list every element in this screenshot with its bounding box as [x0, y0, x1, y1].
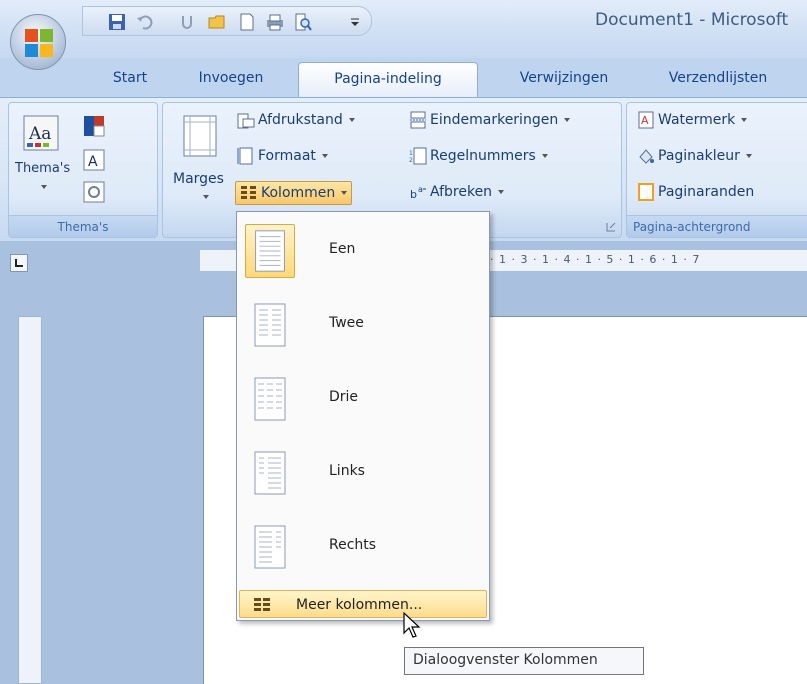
- tab-invoegen[interactable]: Invoegen: [186, 62, 276, 98]
- orientation-icon: [237, 113, 255, 129]
- page-color-icon: [639, 149, 654, 164]
- save-icon[interactable]: [107, 12, 127, 32]
- themes-label: Thema's: [15, 161, 71, 176]
- office-logo-icon: [25, 29, 53, 57]
- new-icon[interactable]: [237, 12, 257, 32]
- ribbon-tabs: Start Invoegen Pagina-indeling Verwijzin…: [0, 58, 807, 98]
- page-borders-button[interactable]: Paginaranden: [637, 183, 754, 201]
- more-columns-icon: [254, 598, 270, 611]
- columns-option-label: Een: [329, 241, 356, 257]
- columns-option-links[interactable]: Links: [241, 440, 485, 506]
- columns-option-twee[interactable]: Twee: [241, 292, 485, 358]
- breaks-label: Eindemarkeringen: [430, 112, 559, 128]
- size-label: Formaat: [258, 148, 316, 164]
- svg-text:1: 1: [409, 150, 413, 157]
- ruler-ticks: · 1 · 3 · 1 · 4 · 1 · 5 · 1 · 6 · 1 · 7: [490, 253, 701, 266]
- more-columns-menu-item[interactable]: Meer kolommen...: [239, 590, 487, 618]
- size-icon: [237, 147, 253, 165]
- columns-button[interactable]: Kolommen: [235, 181, 353, 205]
- hyphenation-button[interactable]: ba Afbreken: [409, 183, 505, 201]
- title-bar: Document1 - Microsoft: [0, 0, 807, 58]
- line-numbers-icon: 12: [409, 147, 427, 165]
- page-background-group-label: Pagina-achtergrond: [627, 215, 807, 237]
- columns-icon: [241, 186, 256, 199]
- tab-verzendlijsten[interactable]: Verzendlijsten: [648, 62, 788, 98]
- hyphenation-label: Afbreken: [430, 184, 493, 200]
- themes-group: Aa Thema's A Thema's: [8, 102, 158, 238]
- svg-text:a: a: [418, 185, 423, 194]
- page-color-label: Paginakleur: [658, 148, 740, 164]
- svg-text:Aa: Aa: [28, 124, 51, 144]
- office-button[interactable]: [10, 14, 66, 70]
- line-numbers-label: Regelnummers: [430, 148, 536, 164]
- more-columns-label: Meer kolommen...: [296, 597, 423, 613]
- hyphenation-icon: ba: [410, 185, 426, 201]
- print-preview-icon[interactable]: [293, 12, 313, 32]
- svg-text:A: A: [88, 154, 98, 170]
- svg-text:b: b: [410, 188, 417, 201]
- page-background-group: A Watermerk Paginakleur Paginaranden Pag…: [626, 102, 807, 238]
- columns-option-label: Twee: [329, 315, 364, 331]
- columns-dropdown-menu: Een Twee Drie Links Rechts Meer kolommen…: [236, 211, 490, 621]
- columns-label: Kolommen: [261, 185, 336, 201]
- tab-pagina-indeling[interactable]: Pagina-indeling: [298, 62, 478, 98]
- breaks-button[interactable]: Eindemarkeringen: [409, 111, 571, 129]
- theme-colors-icon[interactable]: [83, 115, 105, 137]
- two-columns-icon: [254, 303, 286, 347]
- themes-button[interactable]: Aa Thema's: [15, 111, 71, 201]
- columns-option-rechts[interactable]: Rechts: [241, 514, 485, 580]
- page-color-button[interactable]: Paginakleur: [637, 147, 752, 165]
- orientation-button[interactable]: Afdrukstand: [237, 111, 355, 129]
- one-column-icon: [245, 224, 295, 278]
- dialog-launcher-icon[interactable]: [605, 221, 617, 233]
- open-icon[interactable]: [207, 12, 227, 32]
- undo-icon[interactable]: [135, 12, 155, 32]
- tab-start[interactable]: Start: [100, 62, 160, 98]
- quick-access-toolbar: [82, 6, 372, 36]
- customize-icon[interactable]: [345, 12, 365, 32]
- columns-option-label: Drie: [329, 389, 359, 405]
- tab-stop-icon: [15, 259, 23, 267]
- left-column-icon: [254, 451, 286, 495]
- columns-option-label: Rechts: [329, 537, 377, 553]
- margins-label: Marges: [173, 171, 224, 187]
- breaks-icon: [410, 111, 426, 129]
- size-button[interactable]: Formaat: [237, 147, 328, 165]
- theme-effects-icon[interactable]: [83, 181, 105, 203]
- columns-tooltip: Dialoogvenster Kolommen: [404, 647, 644, 675]
- svg-text:A: A: [641, 114, 649, 127]
- right-column-icon: [254, 525, 286, 569]
- svg-text:2: 2: [409, 157, 413, 164]
- watermark-icon: A: [638, 111, 654, 129]
- page-borders-label: Paginaranden: [658, 184, 755, 200]
- watermark-button[interactable]: A Watermerk: [637, 111, 748, 129]
- window-title: Document1 - Microsoft: [595, 10, 789, 30]
- vertical-ruler[interactable]: [18, 316, 42, 684]
- mouse-cursor-icon: [403, 612, 421, 638]
- columns-option-een[interactable]: Een: [241, 218, 485, 284]
- print-icon[interactable]: [265, 12, 285, 32]
- tab-selector[interactable]: [10, 254, 28, 272]
- orientation-label: Afdrukstand: [258, 112, 343, 128]
- theme-fonts-icon[interactable]: A: [83, 149, 105, 171]
- watermark-label: Watermerk: [658, 112, 736, 128]
- columns-option-label: Links: [329, 463, 365, 479]
- margins-icon: [183, 115, 217, 157]
- themes-icon: Aa: [23, 115, 59, 151]
- margins-button[interactable]: Marges: [169, 111, 231, 211]
- columns-option-drie[interactable]: Drie: [241, 366, 485, 432]
- tab-verwijzingen[interactable]: Verwijzingen: [494, 62, 634, 98]
- themes-group-label: Thema's: [9, 215, 157, 237]
- line-numbers-button[interactable]: 12 Regelnummers: [409, 147, 548, 165]
- page-borders-icon: [638, 183, 654, 201]
- redo-icon[interactable]: [177, 12, 197, 32]
- three-columns-icon: [254, 377, 286, 421]
